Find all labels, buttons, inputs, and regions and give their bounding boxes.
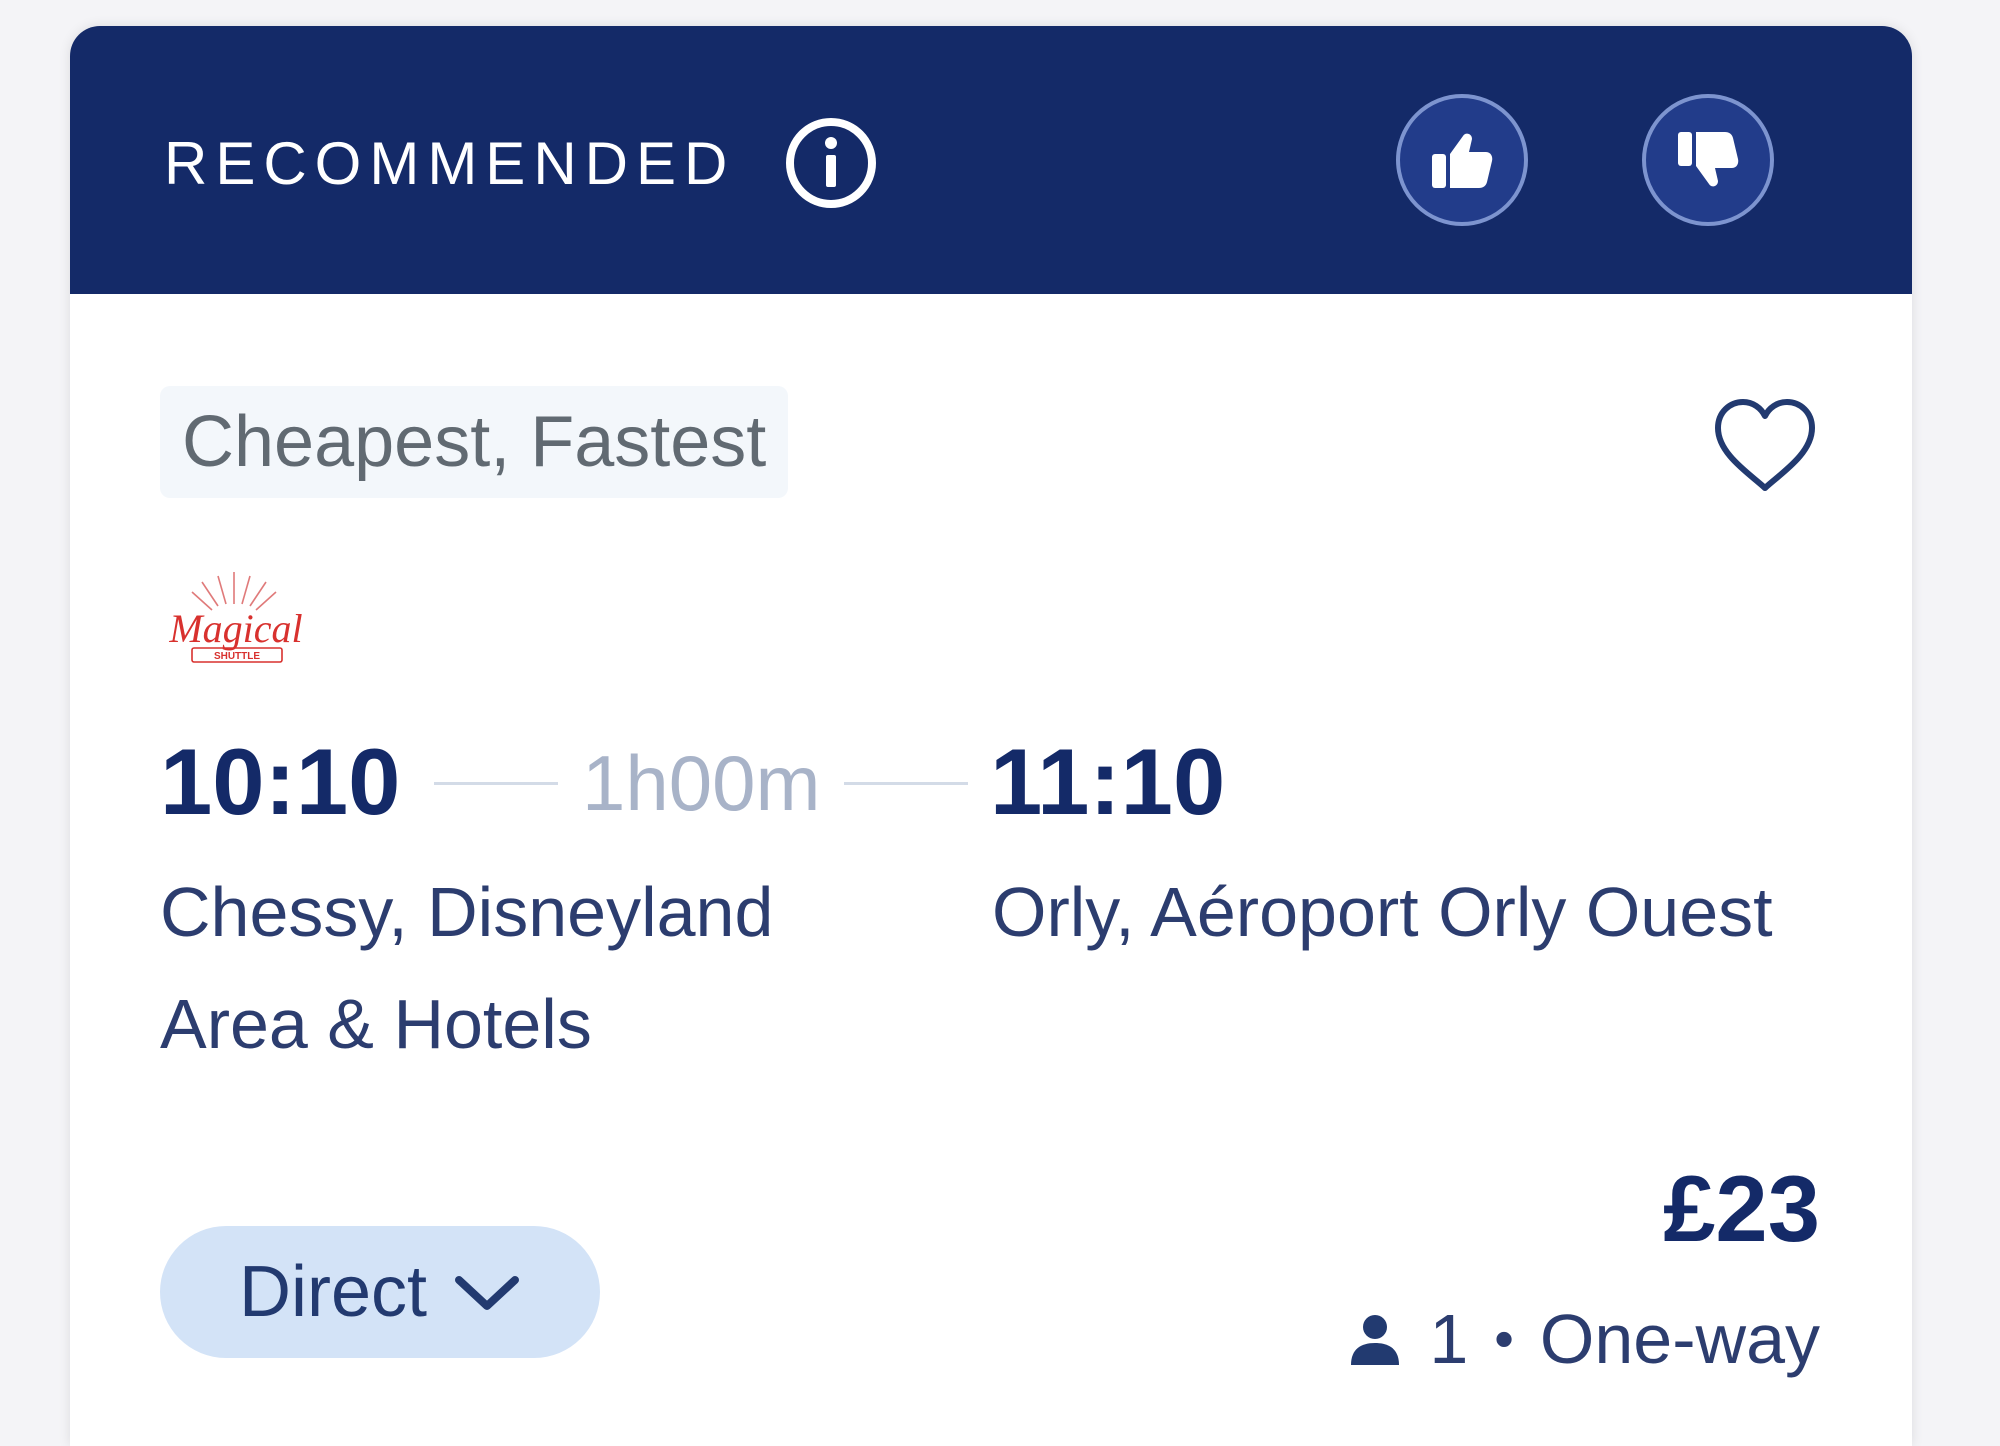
person-icon (1351, 1315, 1400, 1365)
journey-card[interactable]: RECOMMENDED Cheapest, Fastest Magical SH… (70, 26, 1912, 1446)
journey-duration: 1h00m (582, 739, 821, 827)
recommended-label: RECOMMENDED (164, 130, 736, 197)
info-icon[interactable] (784, 116, 878, 210)
result-tag: Cheapest, Fastest (160, 386, 789, 498)
departure-time: 10:10 (160, 729, 401, 834)
svg-text:SHUTTLE: SHUTTLE (214, 651, 260, 662)
price: £23 (1663, 1156, 1820, 1261)
recommended-header: RECOMMENDED (70, 26, 1912, 294)
chevron-down-icon (455, 1276, 519, 1310)
direct-label: Direct (238, 1252, 427, 1332)
direct-button[interactable]: Direct (160, 1226, 600, 1358)
passenger-count: 1 (1429, 1300, 1469, 1378)
heart-icon[interactable] (1710, 396, 1820, 496)
operator-logo: Magical SHUTTLE (168, 572, 303, 663)
separator-dot: • (1494, 1307, 1514, 1370)
arrival-time: 11:10 (990, 729, 1226, 834)
thumbs-down-icon (1678, 132, 1739, 187)
arrival-station: Orly, Aéroport Orly Ouest (992, 873, 1773, 951)
svg-text:Magical: Magical (168, 606, 302, 651)
thumbs-up-button[interactable] (1396, 94, 1528, 226)
trip-type: One-way (1539, 1300, 1820, 1378)
thumbs-up-icon (1432, 133, 1493, 188)
duration-line-right (844, 782, 968, 785)
duration-line-left (434, 782, 558, 785)
passenger-info: 1 • One-way (1347, 1296, 1820, 1382)
departure-station: Chessy, Disneyland Area & Hotels (160, 873, 774, 1063)
thumbs-down-button[interactable] (1642, 94, 1774, 226)
